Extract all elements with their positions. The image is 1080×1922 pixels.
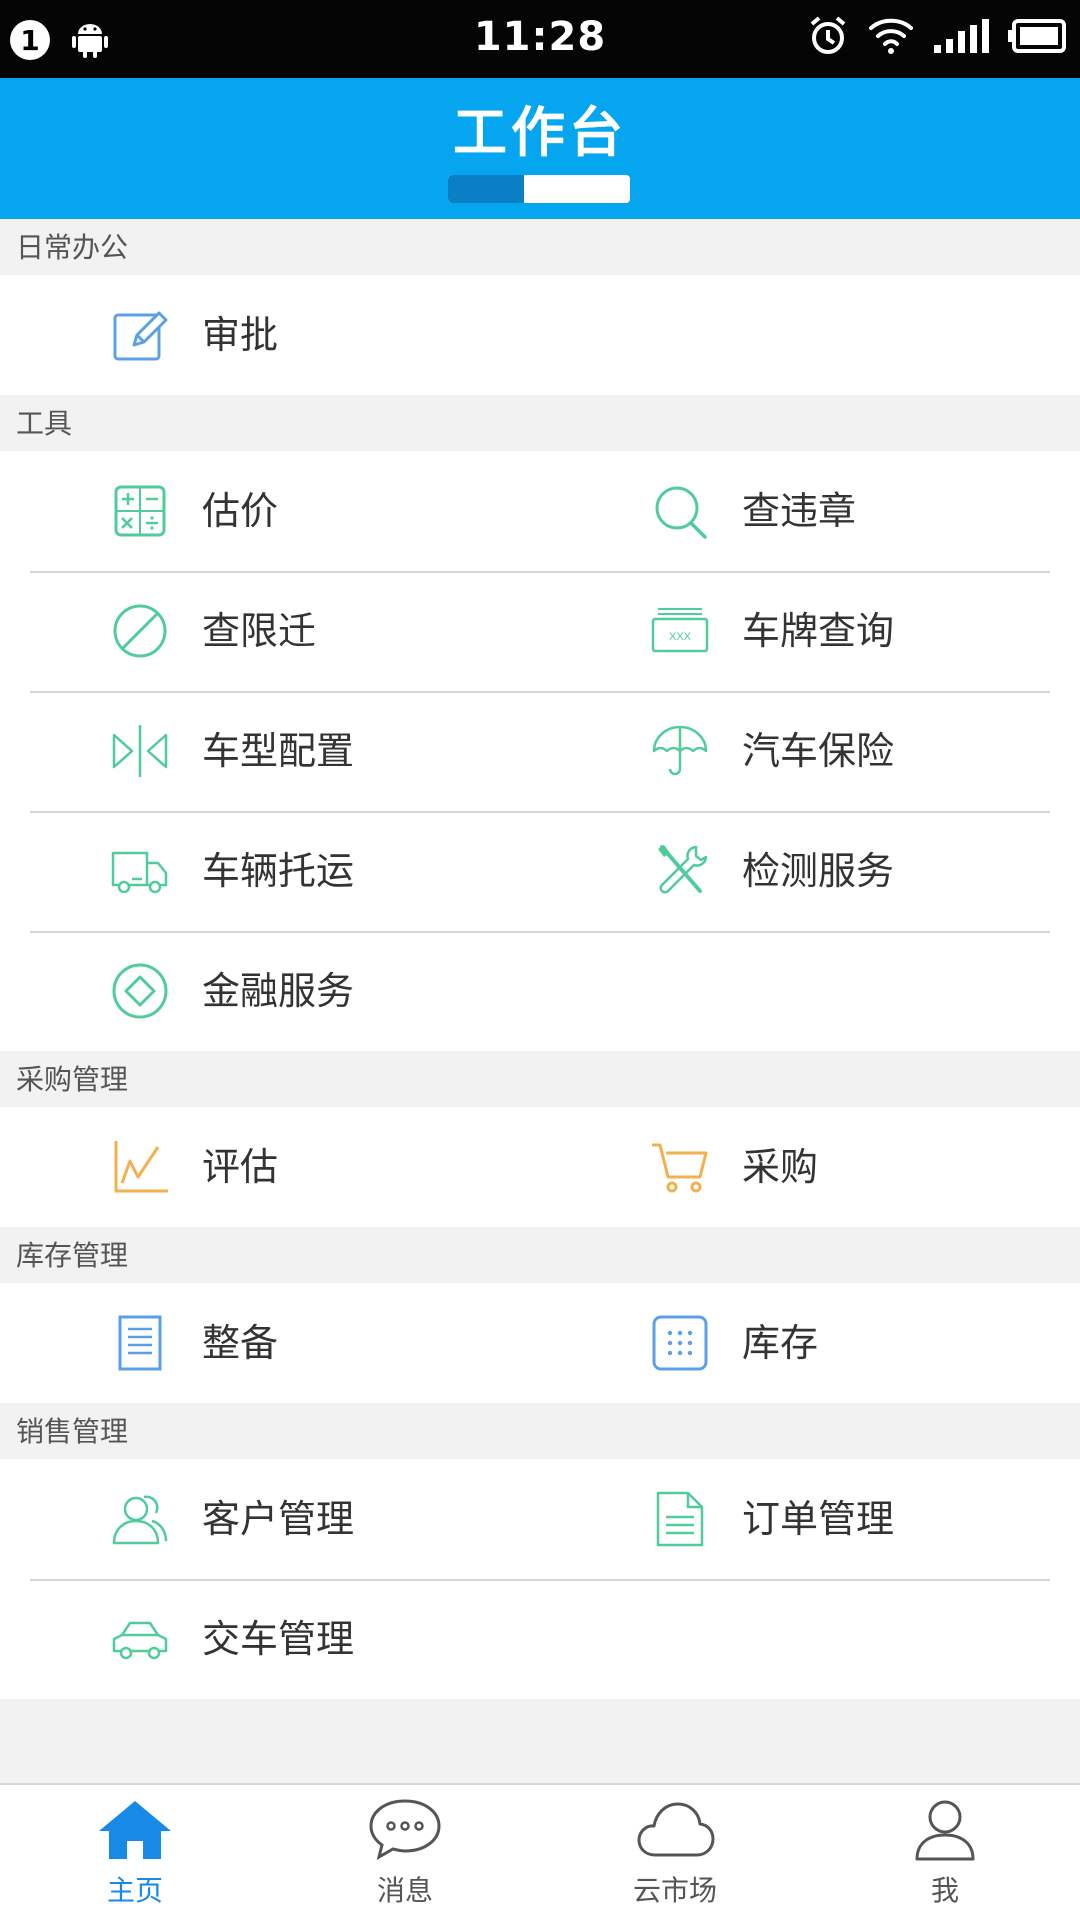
tools-icon [650, 841, 710, 901]
section-grid: 整备 库存 [0, 1283, 1080, 1403]
grid-row: 车辆托运 检测服务 [0, 811, 1080, 931]
grid-item[interactable]: 采购 [540, 1107, 1080, 1227]
grid-item[interactable]: 订单管理 [540, 1459, 1080, 1579]
alarm-icon [806, 14, 850, 62]
grid-item[interactable]: 交车管理 [0, 1579, 540, 1699]
license-plate-icon: XXX [650, 601, 710, 661]
grid-item[interactable]: 检测服务 [540, 811, 1080, 931]
wifi-icon [868, 16, 914, 60]
edit-icon [110, 305, 170, 365]
grid-item-label: 订单管理 [742, 1497, 895, 1541]
grid-item-label: 查限迁 [202, 609, 317, 653]
grid-item[interactable]: 金融服务 [0, 931, 540, 1051]
grid-item-label: 车型配置 [202, 729, 355, 773]
section-header: 销售管理 [0, 1403, 1080, 1459]
section-grid: 审批 [0, 275, 1080, 395]
grid-item-label: 车牌查询 [742, 609, 895, 653]
customers-icon [110, 1489, 170, 1549]
grid-item[interactable]: 车型配置 [0, 691, 540, 811]
grid-item-label: 汽车保险 [742, 729, 895, 773]
grid-item-label: 整备 [202, 1321, 279, 1365]
grid-row: 整备 库存 [0, 1283, 1080, 1403]
grid-row: 交车管理 [0, 1579, 1080, 1699]
workbench-content: 日常办公审批工具估价 查违章查限迁 XXX 车牌查询车型配置 汽车保险车辆托运 检测服务金… [0, 219, 1080, 1699]
grid-item-label: 查违章 [742, 489, 857, 533]
umbrella-icon [650, 721, 710, 781]
car-icon [110, 1609, 170, 1669]
grid-item-label: 交车管理 [202, 1617, 355, 1661]
nav-tab-label: 消息 [376, 1874, 433, 1907]
section-header: 库存管理 [0, 1227, 1080, 1283]
grid-item[interactable]: 查限迁 [0, 571, 540, 691]
finance-icon [110, 961, 170, 1021]
search-icon [650, 481, 710, 541]
grid-row: 评估 采购 [0, 1107, 1080, 1227]
truck-icon [110, 841, 170, 901]
grid-item[interactable]: 估价 [0, 451, 540, 571]
nav-tab-label: 云市场 [632, 1874, 717, 1907]
bottom-nav: 主页 消息 云市场 我 [0, 1783, 1080, 1922]
cloud-icon [635, 1797, 715, 1861]
grid-icon [650, 1313, 710, 1373]
section-grid: 客户管理 订单管理交车管理 [0, 1459, 1080, 1699]
battery-icon [1008, 18, 1068, 58]
grid-item[interactable]: 客户管理 [0, 1459, 540, 1579]
header-progress-fill [448, 175, 525, 203]
chart-icon [110, 1137, 170, 1197]
user-icon [905, 1797, 985, 1861]
grid-row: 估价 查违章 [0, 451, 1080, 571]
header-progress-bar [448, 175, 630, 203]
nav-tab[interactable]: 主页 [0, 1785, 270, 1922]
grid-item-label: 采购 [742, 1145, 819, 1189]
grid-item-label: 估价 [202, 489, 279, 533]
grid-row: 查限迁 XXX 车牌查询 [0, 571, 1080, 691]
grid-item[interactable]: 评估 [0, 1107, 540, 1227]
grid-item-label: 审批 [202, 313, 279, 357]
forbidden-icon [110, 601, 170, 661]
section-header: 日常办公 [0, 219, 1080, 275]
grid-row: 审批 [0, 275, 1080, 395]
status-bar: 1 11:28 [0, 0, 1080, 78]
grid-item-label: 库存 [742, 1321, 819, 1365]
grid-item[interactable]: 整备 [0, 1283, 540, 1403]
nav-tab-label: 我 [930, 1874, 959, 1907]
section-grid: 估价 查违章查限迁 XXX 车牌查询车型配置 汽车保险车辆托运 检测服务金融服务 [0, 451, 1080, 1051]
grid-row: 金融服务 [0, 931, 1080, 1051]
grid-item-label: 检测服务 [742, 849, 895, 893]
section-grid: 评估 采购 [0, 1107, 1080, 1227]
grid-item[interactable]: 审批 [0, 275, 540, 395]
grid-item-label: 客户管理 [202, 1497, 355, 1541]
grid-item[interactable]: 查违章 [540, 451, 1080, 571]
grid-item[interactable]: 车辆托运 [0, 811, 540, 931]
grid-item-label: 评估 [202, 1145, 279, 1189]
cart-icon [650, 1137, 710, 1197]
nav-tab[interactable]: 我 [810, 1785, 1080, 1922]
nav-tab[interactable]: 消息 [270, 1785, 540, 1922]
grid-row: 车型配置 汽车保险 [0, 691, 1080, 811]
section-header: 工具 [0, 395, 1080, 451]
grid-item-label: 车辆托运 [202, 849, 355, 893]
compare-icon [110, 721, 170, 781]
signal-icon [932, 17, 990, 59]
document-icon [110, 1313, 170, 1373]
chat-icon [365, 1797, 445, 1861]
grid-row: 客户管理 订单管理 [0, 1459, 1080, 1579]
grid-item-label: 金融服务 [202, 969, 355, 1013]
nav-tab-label: 主页 [106, 1874, 163, 1907]
order-icon [650, 1489, 710, 1549]
grid-item[interactable]: XXX 车牌查询 [540, 571, 1080, 691]
grid-item[interactable]: 汽车保险 [540, 691, 1080, 811]
home-icon [95, 1797, 175, 1861]
calculator-icon [110, 481, 170, 541]
page-title: 工作台 [453, 101, 627, 164]
app-header: 工作台 [0, 78, 1080, 219]
svg-text:XXX: XXX [669, 631, 692, 643]
section-header: 采购管理 [0, 1051, 1080, 1107]
grid-item[interactable]: 库存 [540, 1283, 1080, 1403]
nav-tab[interactable]: 云市场 [540, 1785, 810, 1922]
